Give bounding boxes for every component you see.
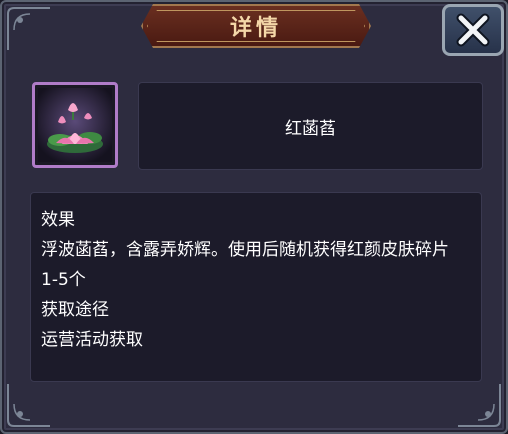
effect-text: 浮波菡萏，含露弄娇辉。使用后随机获得红颜皮肤碎片1-5个 bbox=[41, 240, 449, 290]
pink-lotus-icon bbox=[38, 88, 112, 162]
effect-heading: 效果 bbox=[41, 210, 75, 230]
close-icon bbox=[456, 13, 490, 47]
item-name-box: 红菡萏 bbox=[138, 82, 483, 170]
detail-panel: 详情 红菡萏 效果 浮波菡萏，含露弄娇辉。使用后随机获得红颜皮肤碎片1-5个 获… bbox=[0, 0, 508, 434]
close-button[interactable] bbox=[442, 4, 504, 56]
page-title: 详情 bbox=[229, 16, 282, 41]
source-text: 运营活动获取 bbox=[41, 330, 143, 350]
source-heading: 获取途径 bbox=[41, 300, 109, 320]
item-name: 红菡萏 bbox=[285, 118, 336, 139]
corner-ornament bbox=[4, 380, 54, 430]
description-box: 效果 浮波菡萏，含露弄娇辉。使用后随机获得红颜皮肤碎片1-5个 获取途径 运营活… bbox=[30, 192, 482, 382]
title-plate: 详情 bbox=[141, 4, 371, 48]
item-icon-frame bbox=[32, 82, 118, 168]
corner-ornament bbox=[4, 4, 54, 54]
corner-ornament bbox=[454, 380, 504, 430]
